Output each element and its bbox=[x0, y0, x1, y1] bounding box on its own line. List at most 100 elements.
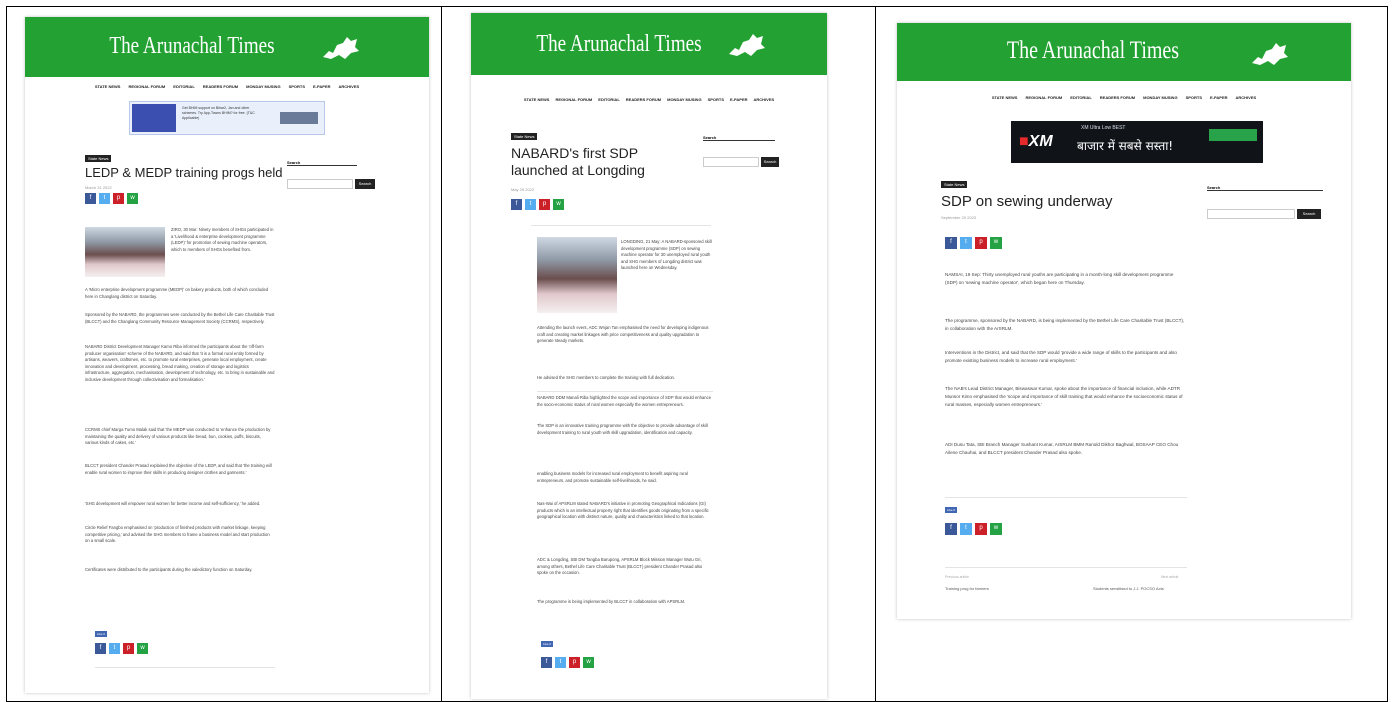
whatsapp-share-icon[interactable]: w bbox=[583, 657, 594, 668]
divider bbox=[945, 567, 1187, 568]
article-paragraph: BLCCT president Chander Prasad explained… bbox=[85, 463, 272, 475]
like-button[interactable]: Like 0 bbox=[95, 631, 108, 637]
pinterest-share-icon[interactable]: p bbox=[539, 199, 550, 210]
pinterest-share-icon[interactable]: p bbox=[975, 523, 987, 535]
search-button[interactable]: Search bbox=[1297, 209, 1321, 219]
twitter-share-icon[interactable]: t bbox=[99, 193, 110, 204]
nav-item[interactable]: MONDAY MUSING bbox=[1143, 95, 1177, 100]
nav-item[interactable]: ARCHIVES bbox=[339, 84, 360, 89]
article-paragraph: The programme, sponsored by the NABARD, … bbox=[945, 318, 1185, 331]
ad-graphic bbox=[132, 104, 176, 132]
nav-item[interactable]: SPORTS bbox=[1186, 95, 1202, 100]
column-divider bbox=[875, 7, 876, 701]
nav-item[interactable]: E-PAPER bbox=[313, 84, 330, 89]
nav-item[interactable]: SPORTS bbox=[708, 97, 724, 102]
nav-item[interactable]: READERS FORUM bbox=[626, 97, 661, 102]
twitter-share-icon[interactable]: t bbox=[960, 237, 972, 249]
article-date: March 31 2022 bbox=[85, 185, 112, 190]
category-tag[interactable]: State News bbox=[941, 181, 968, 188]
article-paragraph: Nas-Wai of APSRLM stated NABARD's initia… bbox=[537, 501, 709, 519]
search-button[interactable]: Search bbox=[761, 157, 779, 167]
ad-banner[interactable]: ■XM XM Ultra Low BEST बाजार में सबसे सस्… bbox=[1011, 121, 1263, 163]
twitter-share-icon[interactable]: t bbox=[555, 657, 566, 668]
search-input[interactable] bbox=[1207, 209, 1295, 219]
ad-text: XM Ultra Low BEST bbox=[1081, 125, 1126, 131]
article-paragraph: Sponsored by the NABARD, the programmes … bbox=[85, 312, 275, 324]
whatsapp-share-icon[interactable]: w bbox=[137, 643, 148, 654]
like-button[interactable]: Like 0 bbox=[541, 641, 554, 647]
prev-article-link[interactable]: Training prog for farmers bbox=[945, 586, 989, 591]
twitter-share-icon[interactable]: t bbox=[960, 523, 972, 535]
nav-item[interactable]: REGIONAL FORUM bbox=[1025, 95, 1062, 100]
facebook-share-icon[interactable]: f bbox=[85, 193, 96, 204]
ad-banner[interactable]: Get BHIM support on Bihar2, Jan and othe… bbox=[129, 101, 325, 135]
share-bar: f t p w bbox=[85, 193, 138, 204]
twitter-share-icon[interactable]: t bbox=[525, 199, 536, 210]
ad-button[interactable] bbox=[280, 112, 318, 124]
article-paragraph: The programme is being implemented by BL… bbox=[537, 599, 686, 604]
nav-item[interactable]: EDITORIAL bbox=[598, 97, 619, 102]
share-bar-bottom: f t p w bbox=[945, 523, 1002, 535]
nav-item[interactable]: MONDAY MUSING bbox=[667, 97, 701, 102]
pinterest-share-icon[interactable]: p bbox=[975, 237, 987, 249]
pinterest-share-icon[interactable]: p bbox=[569, 657, 580, 668]
facebook-share-icon[interactable]: f bbox=[945, 237, 957, 249]
nav-item[interactable]: E-PAPER bbox=[730, 97, 747, 102]
next-article-link[interactable]: Students sensitised to J.J. POCSO Acts bbox=[1093, 586, 1164, 591]
article-paragraph: NABARD District Development Manager Kamo… bbox=[85, 344, 275, 382]
nav-item[interactable]: SPORTS bbox=[289, 84, 305, 89]
article-title: SDP on sewing underway bbox=[941, 193, 1113, 210]
nav-item[interactable]: EDITORIAL bbox=[1070, 95, 1091, 100]
facebook-share-icon[interactable]: f bbox=[95, 643, 106, 654]
facebook-share-icon[interactable]: f bbox=[511, 199, 522, 210]
whatsapp-share-icon[interactable]: w bbox=[127, 193, 138, 204]
pinterest-share-icon[interactable]: p bbox=[113, 193, 124, 204]
search-input[interactable] bbox=[287, 179, 353, 189]
whatsapp-share-icon[interactable]: w bbox=[990, 523, 1002, 535]
category-tag[interactable]: State News bbox=[85, 155, 112, 162]
nav-item[interactable]: REGIONAL FORUM bbox=[555, 97, 592, 102]
twitter-share-icon[interactable]: t bbox=[109, 643, 120, 654]
nav-item[interactable]: MONDAY MUSING bbox=[246, 84, 280, 89]
article-paragraph: Attending the launch event, ADC Wnjan Ta… bbox=[537, 325, 709, 343]
facebook-share-icon[interactable]: f bbox=[541, 657, 552, 668]
nav-item[interactable]: READERS FORUM bbox=[203, 84, 238, 89]
next-article-label: Next article bbox=[1161, 575, 1179, 579]
article-title: NABARD's first SDP launched at Longding bbox=[511, 145, 645, 178]
xm-logo: ■XM bbox=[1019, 133, 1053, 150]
article-paragraph: Circle Relief Fangbo emphasised on 'prod… bbox=[85, 525, 270, 543]
ad-button[interactable] bbox=[1209, 129, 1257, 141]
nav-item[interactable]: READERS FORUM bbox=[1100, 95, 1135, 100]
facebook-share-icon[interactable]: f bbox=[945, 523, 957, 535]
nav-item[interactable]: STATE NEWS bbox=[992, 95, 1018, 100]
ad-text: Get BHIM support on Bihar2, Jan and othe… bbox=[182, 106, 255, 120]
nav-item[interactable]: STATE NEWS bbox=[524, 97, 550, 102]
search-label: Search bbox=[287, 160, 357, 166]
nav-item[interactable]: ARCHIVES bbox=[1236, 95, 1257, 100]
share-bar: f t p w bbox=[511, 199, 564, 210]
whatsapp-share-icon[interactable]: w bbox=[553, 199, 564, 210]
nav-bar: STATE NEWS REGIONAL FORUM EDITORIAL READ… bbox=[25, 84, 429, 89]
article-paragraph: The NAB's Lead District Manager, Biswasw… bbox=[945, 386, 1183, 407]
nav-item[interactable]: EDITORIAL bbox=[173, 84, 194, 89]
pinterest-share-icon[interactable]: p bbox=[123, 643, 134, 654]
nav-item[interactable]: E-PAPER bbox=[1210, 95, 1227, 100]
nav-item[interactable]: REGIONAL FORUM bbox=[128, 84, 165, 89]
like-button[interactable]: Like 0 bbox=[945, 507, 958, 513]
nav-item[interactable]: ARCHIVES bbox=[754, 97, 775, 102]
nav-item[interactable]: STATE NEWS bbox=[95, 84, 121, 89]
whatsapp-share-icon[interactable]: w bbox=[990, 237, 1002, 249]
column-divider bbox=[441, 7, 442, 701]
site-logo[interactable]: The Arunachal Times bbox=[897, 37, 1299, 65]
arunachal-map-icon bbox=[323, 37, 359, 59]
article-paragraph: LONGDING, 21 May: A NABARD-sponsored ski… bbox=[621, 239, 712, 270]
ad-hindi-text: बाजार में सबसे सस्ता! bbox=[1077, 139, 1174, 153]
article-paragraph: 'SHG development will empower rural wome… bbox=[85, 501, 261, 506]
search-input[interactable] bbox=[703, 157, 759, 167]
search-button[interactable]: Search bbox=[355, 179, 375, 189]
category-tag[interactable]: State News bbox=[511, 133, 538, 140]
search-label: Search bbox=[1207, 185, 1323, 191]
article-paragraph: CCRMS chief Marga Tumo Malak said that '… bbox=[85, 427, 271, 445]
arunachal-map-icon bbox=[1252, 43, 1288, 65]
article-date: May 25 2022 bbox=[511, 187, 535, 192]
